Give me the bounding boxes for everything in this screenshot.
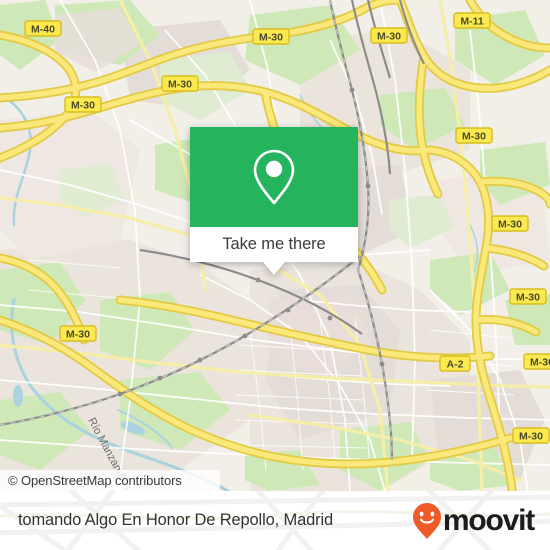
road-shield: A-2 <box>439 355 471 372</box>
road-shield-label: M-30 <box>71 100 95 112</box>
footer-bar: tomando Algo En Honor De Repollo, Madrid… <box>0 491 550 550</box>
road-shield-label: M-30 <box>462 131 486 143</box>
road-shield-label: A-2 <box>447 359 464 371</box>
take-me-there-button[interactable]: Take me there <box>190 227 358 262</box>
road-shield-label: M-30 <box>498 219 522 231</box>
road-shield-label: M-40 <box>31 24 55 36</box>
road-shield-label: M-30 <box>516 292 540 304</box>
place-title-text: tomando Algo En Honor De Repollo, Madrid <box>18 511 334 529</box>
location-popup-card[interactable]: Take me there <box>190 127 358 275</box>
road-shield: M-30 <box>523 353 550 370</box>
map-attribution[interactable]: © OpenStreetMap contributors <box>0 470 220 491</box>
road-shield-label: M-30 <box>519 431 543 443</box>
road-shield: M-30 <box>370 27 408 44</box>
road-shield: M-30 <box>509 288 547 305</box>
road-shield: M-30 <box>491 215 529 232</box>
attribution-text: © OpenStreetMap contributors <box>8 473 182 488</box>
road-shield: M-30 <box>161 75 199 92</box>
road-shield-label: M-30 <box>530 357 550 369</box>
popup-icon-area <box>190 127 358 227</box>
popup-pointer-tail <box>263 262 285 275</box>
take-me-there-label: Take me there <box>222 235 326 253</box>
map-page: Río Manzanares M-40 M-30 M-30 M-30 M-30 M-11 M… <box>0 0 550 550</box>
map-canvas[interactable]: Río Manzanares M-40 M-30 M-30 M-30 M-30 M-11 M… <box>0 0 550 491</box>
place-title: tomando Algo En Honor De Repollo, Madrid <box>18 491 333 550</box>
road-shield: M-11 <box>453 12 491 29</box>
road-shield: M-30 <box>512 427 550 444</box>
road-shield: M-30 <box>252 28 290 45</box>
road-shield-label: M-11 <box>460 16 484 28</box>
road-shield-label: M-30 <box>168 79 192 91</box>
moovit-wordmark: moovit <box>442 503 535 537</box>
road-shield: M-30 <box>455 127 493 144</box>
road-shield-label: M-30 <box>259 32 283 44</box>
road-shield: M-30 <box>64 96 102 113</box>
road-shield: M-30 <box>59 325 97 342</box>
moovit-logo[interactable]: moovit <box>412 491 535 550</box>
map-pin-icon <box>253 149 295 205</box>
road-shield: M-40 <box>24 20 62 37</box>
road-shield-label: M-30 <box>377 31 401 43</box>
moovit-pin-smiley-icon <box>412 502 441 539</box>
road-shield-label: M-30 <box>66 329 90 341</box>
